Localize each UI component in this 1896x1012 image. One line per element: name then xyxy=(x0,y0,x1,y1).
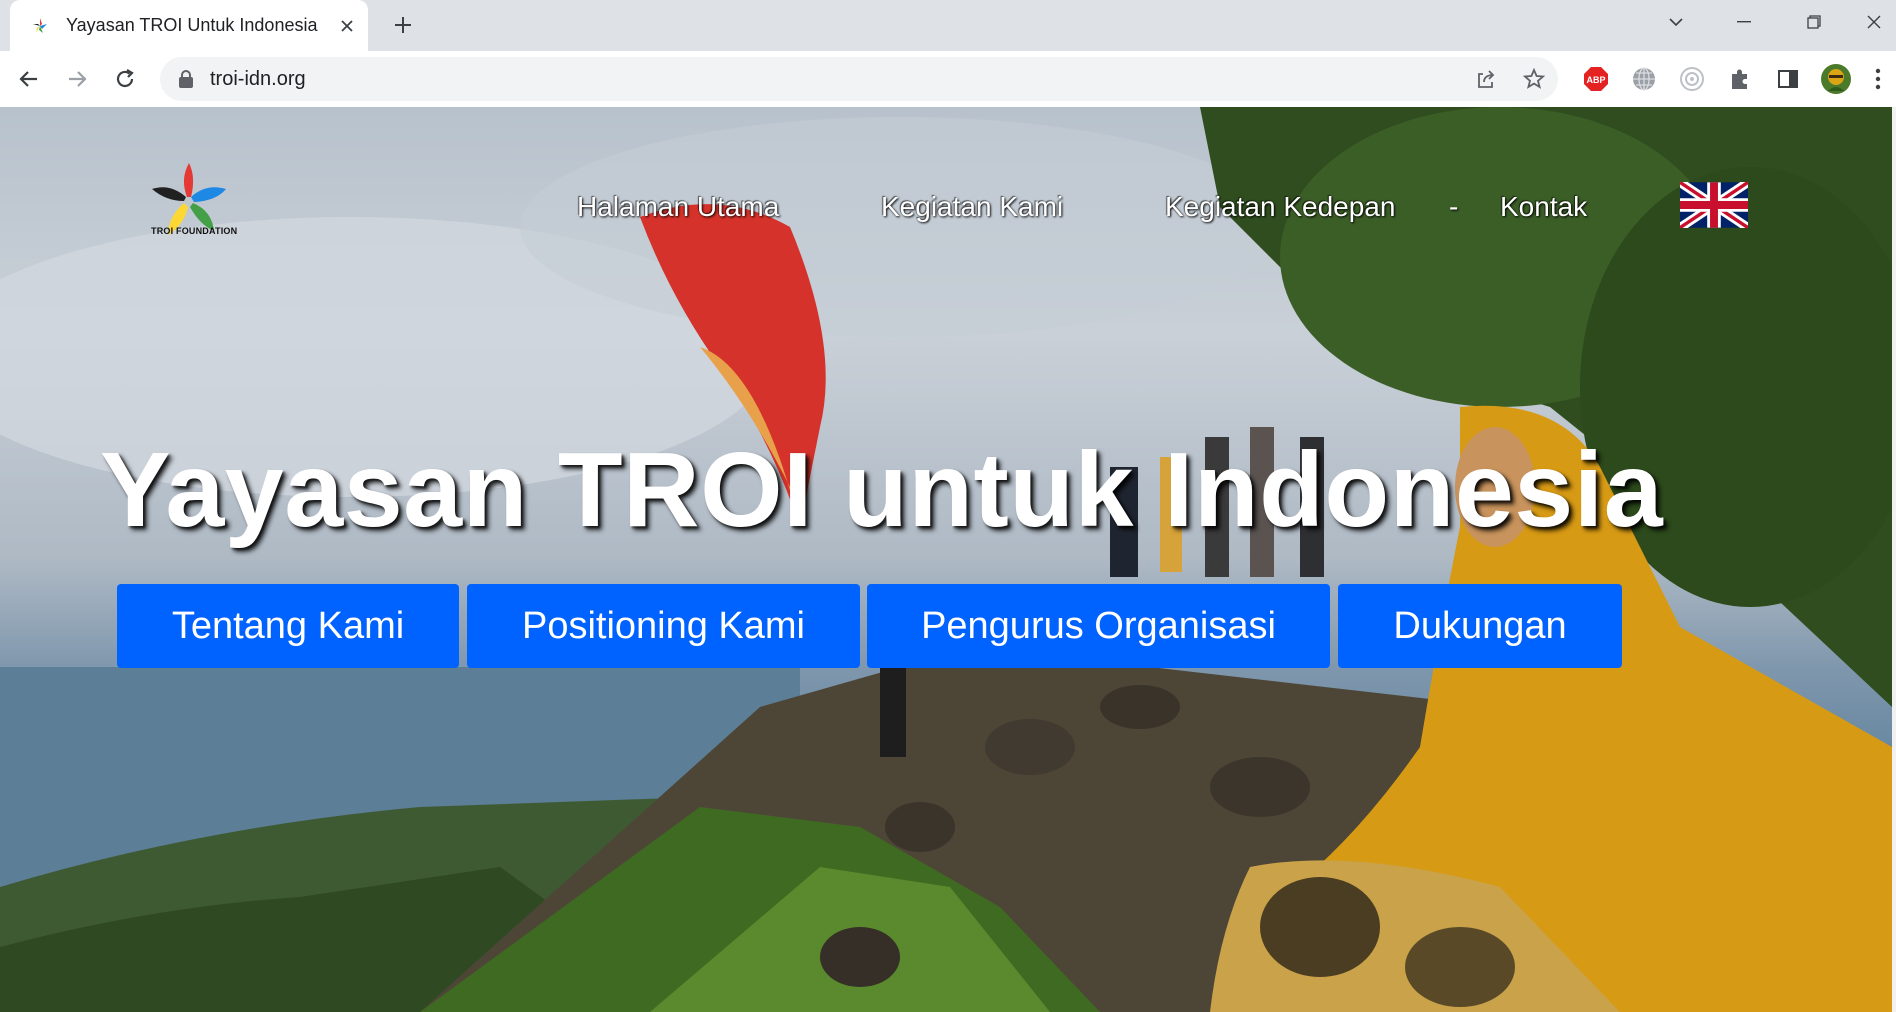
nav-contact[interactable]: Kontak xyxy=(1500,191,1587,223)
sidepanel-icon[interactable] xyxy=(1772,63,1804,95)
address-bar[interactable]: troi-idn.org xyxy=(160,57,1558,101)
uk-flag-icon[interactable] xyxy=(1680,182,1748,228)
logo-caption: TROI FOUNDATION xyxy=(151,226,238,236)
hero-section: TROI FOUNDATION Halaman Utama Kegiatan K… xyxy=(0,107,1892,1012)
tab-close-icon[interactable] xyxy=(332,11,362,41)
svg-text:ABP: ABP xyxy=(1586,75,1605,85)
adblock-plus-icon[interactable]: ABP xyxy=(1580,63,1612,95)
hero-headline: Yayasan TROI untuk Indonesia xyxy=(100,431,1664,549)
tab-search-chevron-icon[interactable] xyxy=(1646,0,1706,44)
tab-strip: Yayasan TROI Untuk Indonesia xyxy=(0,0,1896,51)
new-tab-button[interactable] xyxy=(386,8,420,42)
tab-title: Yayasan TROI Untuk Indonesia xyxy=(66,15,318,35)
restore-icon[interactable] xyxy=(1784,0,1844,44)
browser-menu-icon[interactable] xyxy=(1866,63,1890,95)
url-text: troi-idn.org xyxy=(210,67,306,90)
profile-avatar[interactable] xyxy=(1820,63,1852,95)
support-button[interactable]: Dukungan xyxy=(1338,584,1622,668)
puzzle-icon[interactable] xyxy=(1724,63,1756,95)
troi-favicon-icon xyxy=(33,17,47,33)
back-arrow-icon[interactable] xyxy=(10,60,48,98)
about-us-button[interactable]: Tentang Kami xyxy=(117,584,459,668)
share-icon[interactable] xyxy=(1470,63,1502,95)
minimize-icon[interactable] xyxy=(1714,0,1774,44)
lock-icon xyxy=(179,70,193,88)
page-scrollbar[interactable] xyxy=(1892,107,1896,1012)
reload-icon[interactable] xyxy=(106,60,144,98)
hero-background-photo xyxy=(0,107,1892,1012)
nav-home[interactable]: Halaman Utama xyxy=(577,191,779,223)
forward-arrow-icon[interactable] xyxy=(58,60,96,98)
target-icon[interactable] xyxy=(1676,63,1708,95)
close-window-icon[interactable] xyxy=(1852,0,1896,44)
browser-tab[interactable]: Yayasan TROI Untuk Indonesia xyxy=(10,0,368,51)
board-button[interactable]: Pengurus Organisasi xyxy=(867,584,1330,668)
browser-toolbar: troi-idn.org ABP xyxy=(0,51,1896,108)
globe-icon[interactable] xyxy=(1628,63,1660,95)
nav-upcoming[interactable]: Kegiatan Kedepan xyxy=(1165,191,1395,223)
bookmark-star-icon[interactable] xyxy=(1518,63,1550,95)
nav-activities[interactable]: Kegiatan Kami xyxy=(881,191,1063,223)
positioning-button[interactable]: Positioning Kami xyxy=(467,584,860,668)
nav-separator: - xyxy=(1449,191,1459,222)
